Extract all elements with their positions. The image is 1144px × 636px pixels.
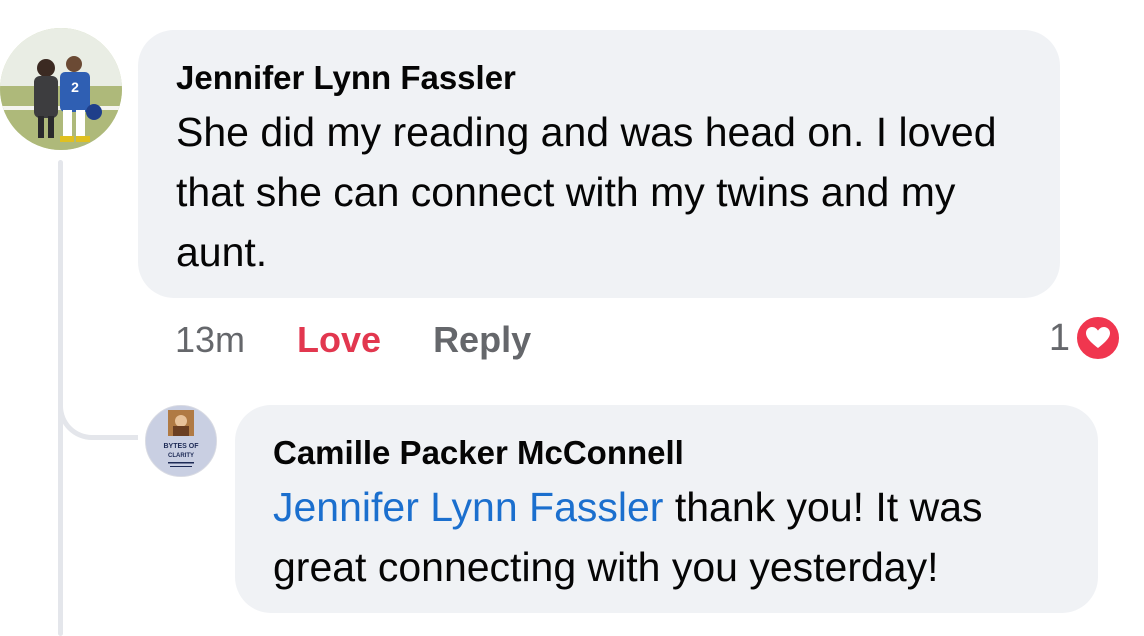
reply-bubble: Camille Packer McConnell Jennifer Lynn F… <box>235 405 1098 613</box>
svg-text:2: 2 <box>71 79 79 95</box>
heart-icon <box>1074 314 1122 362</box>
reply-button[interactable]: Reply <box>433 319 531 361</box>
reply-text-block: Jennifer Lynn Fassler thank you! It was … <box>273 477 1060 597</box>
reply-author[interactable]: Camille Packer McConnell <box>273 433 1060 473</box>
comment-text: She did my reading and was head on. I lo… <box>176 109 997 275</box>
commenter-avatar[interactable]: 2 <box>0 28 122 150</box>
comment-actions: 13m Love Reply <box>175 312 531 368</box>
comment-author[interactable]: Jennifer Lynn Fassler <box>176 58 1022 98</box>
reply-author-avatar[interactable]: BYTES OF CLARITY <box>145 405 217 477</box>
comment-thread: 2 Jennifer Lynn Fassler She did my readi… <box>0 0 1144 636</box>
reaction-count: 1 <box>1048 316 1070 359</box>
svg-text:BYTES OF: BYTES OF <box>163 443 199 450</box>
comment-bubble: Jennifer Lynn Fassler She did my reading… <box>138 30 1060 298</box>
reaction-summary[interactable]: 1 <box>1049 312 1122 364</box>
mention-link[interactable]: Jennifer Lynn Fassler <box>273 484 663 530</box>
bytes-of-clarity-logo: BYTES OF CLARITY <box>146 406 216 476</box>
avatar-photo: 2 <box>0 28 122 150</box>
love-button[interactable]: Love <box>297 319 381 361</box>
thread-connector <box>58 380 138 440</box>
svg-text:CLARITY: CLARITY <box>168 453 194 459</box>
comment-timestamp[interactable]: 13m <box>175 319 245 361</box>
